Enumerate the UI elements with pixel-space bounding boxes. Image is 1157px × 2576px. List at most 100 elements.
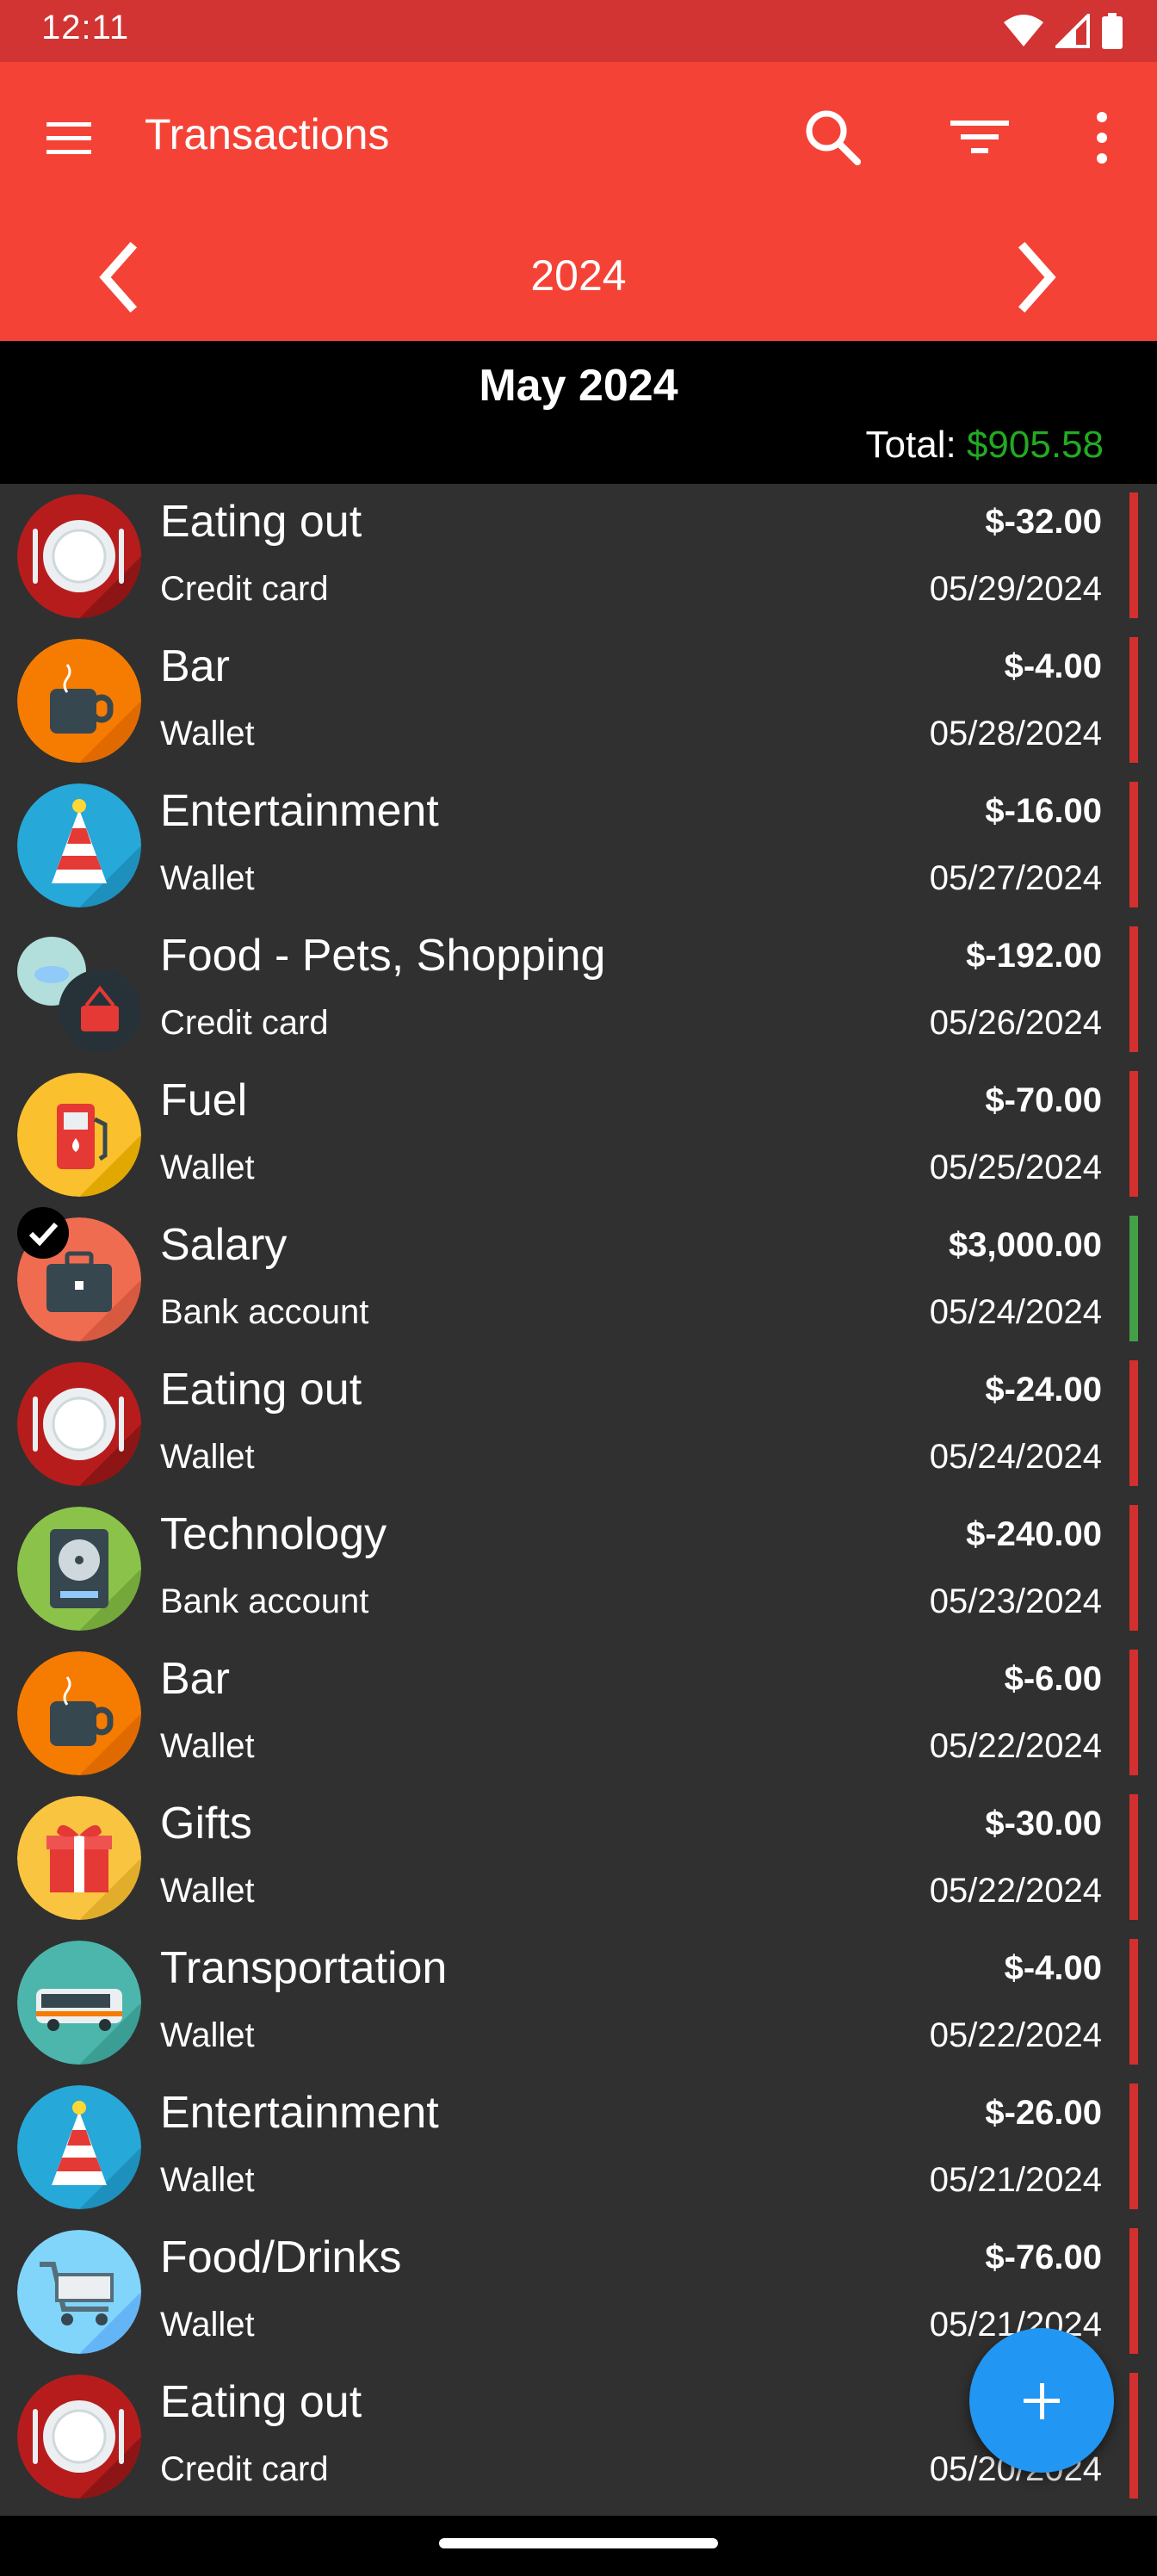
transaction-date: 05/24/2024 — [929, 1293, 1102, 1331]
plate-icon — [17, 2375, 141, 2499]
transaction-category: Eating out — [160, 2377, 362, 2427]
transaction-category: Food - Pets, Shopping — [160, 931, 606, 981]
status-bar: 12:11 — [0, 0, 1157, 62]
chevron-right-icon — [1018, 241, 1056, 313]
transaction-account: Credit card — [160, 570, 329, 608]
transaction-date: 05/29/2024 — [929, 570, 1102, 608]
transaction-amount: $-32.00 — [985, 503, 1102, 541]
transaction-account: Wallet — [160, 2306, 255, 2344]
transaction-account: Wallet — [160, 2016, 255, 2054]
transaction-type-indicator — [1129, 637, 1138, 763]
next-year-button[interactable] — [1000, 234, 1069, 320]
party-hat-icon — [17, 2085, 141, 2209]
transaction-amount: $-4.00 — [1004, 1949, 1102, 1987]
transaction-row[interactable]: Bar Wallet $-6.00 05/22/2024 — [0, 1641, 1157, 1786]
transaction-type-indicator — [1129, 1216, 1138, 1341]
pet-bowl-basket-icon — [17, 928, 141, 1052]
transaction-row[interactable]: Entertainment Wallet $-16.00 05/27/2024 — [0, 773, 1157, 918]
home-gesture-handle[interactable] — [439, 2538, 718, 2548]
transaction-account: Credit card — [160, 1004, 329, 1042]
check-icon — [17, 1207, 69, 1259]
total-label: Total: — [865, 424, 956, 466]
transaction-category: Entertainment — [160, 2088, 439, 2138]
transaction-account: Wallet — [160, 1149, 255, 1186]
total-value: $905.58 — [966, 424, 1104, 466]
transaction-amount: $-30.00 — [985, 1805, 1102, 1842]
transaction-account: Wallet — [160, 1872, 255, 1910]
transaction-date: 05/27/2024 — [929, 859, 1102, 897]
transaction-account: Wallet — [160, 715, 255, 752]
status-time: 12:11 — [41, 9, 130, 46]
transaction-date: 05/26/2024 — [929, 1004, 1102, 1042]
transaction-date: 05/21/2024 — [929, 2161, 1102, 2199]
transaction-row[interactable]: Bar Wallet $-4.00 05/28/2024 — [0, 629, 1157, 773]
transaction-date: 05/24/2024 — [929, 1438, 1102, 1476]
coffee-cup-icon — [17, 1651, 141, 1775]
transaction-row[interactable]: Technology Bank account $-240.00 05/23/2024 — [0, 1496, 1157, 1641]
transaction-type-indicator — [1129, 1650, 1138, 1775]
transaction-account: Bank account — [160, 1582, 369, 1620]
filter-button[interactable] — [945, 103, 1014, 172]
coffee-cup-icon — [17, 639, 141, 763]
shopping-cart-icon — [17, 2230, 141, 2354]
transaction-type-indicator — [1129, 2084, 1138, 2209]
transaction-account: Wallet — [160, 1727, 255, 1765]
transaction-row[interactable]: Gifts Wallet $-30.00 05/22/2024 — [0, 1786, 1157, 1930]
transaction-type-indicator — [1129, 1360, 1138, 1486]
month-title: May 2024 — [479, 361, 678, 411]
transaction-account: Credit card — [160, 2450, 329, 2488]
transaction-category: Eating out — [160, 497, 362, 547]
transaction-type-indicator — [1129, 782, 1138, 907]
add-transaction-button[interactable] — [969, 2328, 1114, 2473]
transaction-type-indicator — [1129, 1939, 1138, 2065]
navigation-bar — [0, 2516, 1157, 2576]
bus-icon — [17, 1941, 141, 2065]
transaction-date: 05/22/2024 — [929, 1727, 1102, 1765]
transaction-list[interactable]: Eating out Credit card $-32.00 05/29/2024 B… — [0, 484, 1157, 2516]
fuel-pump-icon — [17, 1073, 141, 1197]
transaction-type-indicator — [1129, 1071, 1138, 1197]
transaction-type-indicator — [1129, 1794, 1138, 1920]
transaction-row[interactable]: Eating out Wallet $-24.00 05/24/2024 — [0, 1352, 1157, 1496]
party-hat-icon — [17, 783, 141, 907]
transaction-row[interactable]: Transportation Wallet $-4.00 05/22/2024 — [0, 1930, 1157, 2075]
wifi-icon — [1004, 15, 1043, 46]
transaction-account: Wallet — [160, 859, 255, 897]
more-options-button[interactable] — [1067, 103, 1136, 172]
plus-icon — [1024, 2383, 1060, 2419]
transaction-category: Bar — [160, 1654, 230, 1704]
hard-drive-icon — [17, 1507, 141, 1631]
transaction-category: Salary — [160, 1220, 288, 1270]
transaction-amount: $-16.00 — [985, 792, 1102, 830]
month-header: May 2024 Total: $905.58 — [0, 341, 1157, 484]
transaction-date: 05/23/2024 — [929, 1582, 1102, 1620]
hamburger-menu-icon — [46, 122, 91, 154]
transaction-category: Fuel — [160, 1075, 248, 1125]
transaction-row[interactable]: Entertainment Wallet $-26.00 05/21/2024 — [0, 2075, 1157, 2220]
transaction-amount: $-6.00 — [1004, 1660, 1102, 1698]
gift-icon — [17, 1796, 141, 1920]
search-button[interactable] — [799, 103, 868, 172]
more-vert-icon — [1097, 112, 1107, 164]
transaction-category: Bar — [160, 641, 230, 691]
transaction-row[interactable]: Eating out Credit card $-32.00 05/29/2024 — [0, 484, 1157, 629]
transaction-amount: $-24.00 — [985, 1371, 1102, 1409]
transaction-category: Food/Drinks — [160, 2232, 402, 2282]
menu-button[interactable] — [41, 110, 96, 165]
transaction-amount: $3,000.00 — [949, 1226, 1102, 1264]
transaction-type-indicator — [1129, 926, 1138, 1052]
app-toolbar: Transactions 2024 — [0, 62, 1157, 341]
transaction-row[interactable]: Salary Bank account $3,000.00 05/24/2024 — [0, 1207, 1157, 1352]
transaction-account: Bank account — [160, 1293, 369, 1331]
transaction-account: Wallet — [160, 1438, 255, 1476]
page-title: Transactions — [145, 110, 390, 158]
transaction-amount: $-240.00 — [966, 1515, 1102, 1553]
transaction-type-indicator — [1129, 2373, 1138, 2499]
transaction-row[interactable]: Fuel Wallet $-70.00 05/25/2024 — [0, 1062, 1157, 1207]
transaction-type-indicator — [1129, 2228, 1138, 2354]
transaction-type-indicator — [1129, 492, 1138, 618]
transaction-row[interactable]: Food - Pets, Shopping Credit card $-192.00… — [0, 918, 1157, 1062]
transaction-date: 05/22/2024 — [929, 2016, 1102, 2054]
year-label: 2024 — [530, 251, 627, 300]
transaction-amount: $-26.00 — [985, 2094, 1102, 2132]
